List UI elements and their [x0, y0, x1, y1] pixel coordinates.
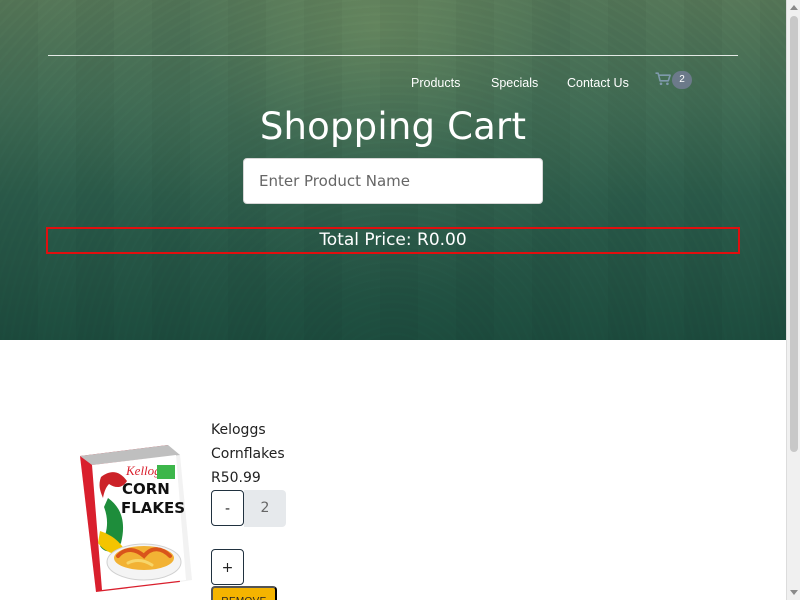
product-name-line-1: Keloggs	[211, 422, 266, 438]
scroll-down-icon[interactable]	[790, 590, 798, 595]
page-title: Shopping Cart	[259, 105, 527, 148]
scroll-up-icon[interactable]	[790, 5, 798, 10]
hero-banner: Products Specials Contact Us 2 Shopping …	[0, 0, 786, 340]
vertical-scrollbar[interactable]	[786, 0, 800, 600]
cart-icon[interactable]	[655, 72, 671, 86]
total-price-panel: Total Price: R0.00	[46, 227, 740, 254]
svg-text:CORN: CORN	[122, 480, 170, 498]
cart-item: Kellogg's CORN FLAKES Keloggs Cornflakes…	[70, 420, 330, 600]
nav-contact-link[interactable]: Contact Us	[567, 76, 629, 90]
shopping-cart-page: Products Specials Contact Us 2 Shopping …	[0, 0, 800, 600]
increase-quantity-button[interactable]: +	[211, 549, 244, 585]
nav-specials-link[interactable]: Specials	[491, 76, 538, 90]
nav-products-link[interactable]: Products	[411, 76, 460, 90]
remove-item-button[interactable]: REMOVE	[211, 586, 277, 600]
cornflakes-product-image: Kellogg's CORN FLAKES	[80, 445, 192, 592]
quantity-value: 2	[244, 490, 286, 527]
product-search-input[interactable]	[243, 158, 543, 204]
header-divider	[48, 55, 738, 56]
decrease-quantity-button[interactable]: -	[211, 490, 244, 526]
cart-count-badge: 2	[672, 71, 692, 89]
product-name-line-2: Cornflakes	[211, 446, 285, 462]
scrollbar-thumb[interactable]	[790, 16, 798, 452]
product-price: R50.99	[211, 470, 261, 486]
svg-text:FLAKES: FLAKES	[121, 499, 185, 517]
